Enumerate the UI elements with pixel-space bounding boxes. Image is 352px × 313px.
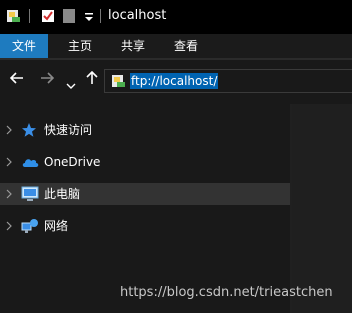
- expand-chevron-icon[interactable]: [5, 188, 13, 203]
- up-arrow-icon[interactable]: [85, 70, 99, 90]
- ribbon-tabs: 文件 主页 共享 查看: [0, 34, 352, 58]
- recent-locations-chevron-icon[interactable]: [66, 75, 76, 95]
- ftp-location-icon: [111, 73, 127, 92]
- address-bar[interactable]: ftp://localhost/: [104, 69, 352, 93]
- sidebar-item-onedrive[interactable]: OneDrive: [0, 151, 290, 173]
- expand-chevron-icon[interactable]: [5, 124, 13, 139]
- window-title: localhost: [108, 8, 167, 23]
- sidebar-item-label: 此电脑: [44, 187, 81, 201]
- tab-file[interactable]: 文件: [0, 34, 48, 58]
- separator: [29, 9, 31, 26]
- cloud-icon: [21, 156, 39, 171]
- sidebar-item-network[interactable]: 网络: [0, 215, 290, 237]
- tab-view[interactable]: 查看: [162, 34, 210, 58]
- quick-access-dropdown-icon[interactable]: [84, 12, 94, 26]
- navigation-bar: ftp://localhost/: [0, 60, 352, 104]
- watermark-text: https://blog.csdn.net/trieastchen: [120, 285, 333, 300]
- sidebar-item-label: OneDrive: [44, 155, 101, 169]
- forward-arrow-icon[interactable]: [40, 70, 55, 90]
- tab-share[interactable]: 共享: [109, 34, 157, 58]
- title-bar: localhost: [0, 0, 352, 34]
- new-folder-icon[interactable]: [62, 8, 76, 27]
- computer-icon: [21, 186, 39, 205]
- separator: [100, 9, 102, 26]
- navigation-pane: 快速访问 OneDrive 此电脑 网络: [0, 104, 290, 313]
- sidebar-item-label: 快速访问: [44, 123, 93, 137]
- tab-home[interactable]: 主页: [56, 34, 104, 58]
- sidebar-item-quick-access[interactable]: 快速访问: [0, 119, 290, 141]
- sidebar-item-this-pc[interactable]: 此电脑: [0, 183, 290, 205]
- file-list-pane[interactable]: [292, 104, 352, 313]
- folder-app-icon: [6, 8, 22, 27]
- properties-icon[interactable]: [40, 8, 56, 27]
- back-arrow-icon[interactable]: [9, 70, 24, 90]
- expand-chevron-icon[interactable]: [5, 156, 13, 171]
- network-icon: [21, 218, 39, 237]
- star-icon: [21, 122, 37, 141]
- expand-chevron-icon[interactable]: [5, 220, 13, 235]
- sidebar-item-label: 网络: [44, 219, 69, 233]
- address-text[interactable]: ftp://localhost/: [130, 73, 219, 89]
